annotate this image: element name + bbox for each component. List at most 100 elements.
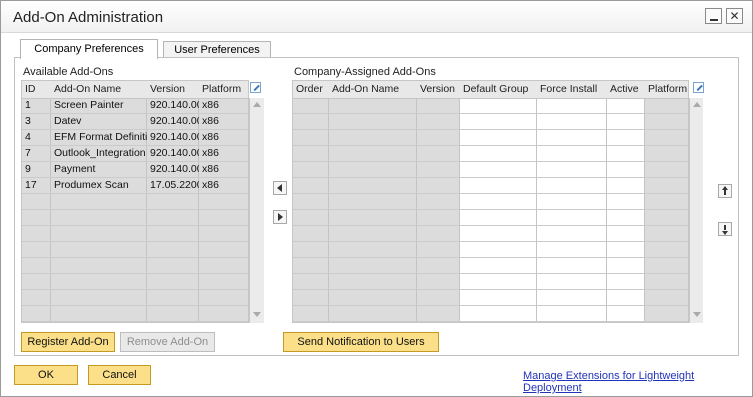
send-notification-button[interactable]: Send Notification to Users xyxy=(283,332,439,352)
table-cell: x86 xyxy=(202,99,219,111)
table-row[interactable] xyxy=(22,194,248,210)
column-header[interactable]: Default Group xyxy=(460,81,537,98)
table-cell: x86 xyxy=(202,115,219,127)
table-row[interactable]: 4 EFM Format Definitio920.140.00.x86 xyxy=(22,130,248,146)
move-up-button[interactable] xyxy=(718,184,732,198)
arrow-up-stem xyxy=(724,190,726,195)
column-header[interactable]: Order xyxy=(293,81,329,98)
arrow-left-icon xyxy=(277,184,282,192)
scroll-up-icon[interactable] xyxy=(693,102,701,107)
column-header[interactable]: Platform xyxy=(199,81,248,98)
expand-icon[interactable] xyxy=(693,82,704,93)
table-row[interactable]: 9 Payment 920.140.00.x86 xyxy=(22,162,248,178)
table-cell: 3 xyxy=(25,115,31,127)
tab-company-preferences[interactable]: Company Preferences xyxy=(20,39,158,59)
cancel-button[interactable]: Cancel xyxy=(88,365,151,385)
table-cell: EFM Format Definitio xyxy=(54,131,147,143)
table-cell: 9 xyxy=(25,163,31,175)
title-bar: Add-On Administration ✕ xyxy=(1,1,752,33)
move-down-button[interactable] xyxy=(718,222,732,236)
move-left-button[interactable] xyxy=(273,181,287,195)
table-cell: 920.140.00. xyxy=(150,163,199,175)
column-header[interactable]: Add-On Name xyxy=(329,81,417,98)
ok-button[interactable]: OK xyxy=(14,365,78,385)
expand-icon[interactable] xyxy=(250,82,261,93)
table-row[interactable] xyxy=(293,258,688,274)
table-row[interactable] xyxy=(22,258,248,274)
table-cell: Payment xyxy=(54,163,96,175)
table-cell: Datev xyxy=(54,115,82,127)
close-icon: ✕ xyxy=(729,9,740,23)
table-row[interactable] xyxy=(293,306,688,322)
table-row[interactable] xyxy=(293,274,688,290)
column-header[interactable]: Force Install xyxy=(537,81,607,98)
table-row[interactable] xyxy=(22,210,248,226)
table-cell: 920.140.00. xyxy=(150,131,199,143)
column-header[interactable]: ID xyxy=(22,81,51,98)
table-row[interactable] xyxy=(22,226,248,242)
manage-extensions-link[interactable]: Manage Extensions for Lightweight Deploy… xyxy=(523,370,752,394)
column-header[interactable]: Platform xyxy=(645,81,688,98)
table-cell: 4 xyxy=(25,131,31,143)
table-cell: 920.140.00. xyxy=(150,99,199,111)
company-assigned-add-ons-label: Company-Assigned Add-Ons xyxy=(294,66,436,78)
column-header[interactable]: Add-On Name xyxy=(51,81,147,98)
arrow-down-icon xyxy=(722,231,728,235)
table-cell: x86 xyxy=(202,163,219,175)
table-row[interactable] xyxy=(22,306,248,322)
minimize-button[interactable] xyxy=(705,8,722,24)
table-cell: x86 xyxy=(202,131,219,143)
add-on-administration-window: Add-On Administration ✕ Company Preferen… xyxy=(0,0,753,397)
table-cell: Screen Painter xyxy=(54,99,124,111)
available-add-ons-table[interactable]: ID Add-On Name Version Platform 1 Screen Pai… xyxy=(21,80,249,323)
column-header[interactable]: Version xyxy=(147,81,199,98)
table-cell: x86 xyxy=(202,179,219,191)
column-header[interactable]: Version xyxy=(417,81,460,98)
table-row[interactable]: 7 Outlook_Integration 920.140.00.x86 xyxy=(22,146,248,162)
assigned-scrollbar[interactable] xyxy=(689,98,703,323)
tab-company-preferences-label: Company Preferences xyxy=(34,43,144,55)
tab-user-preferences-label: User Preferences xyxy=(174,44,260,56)
column-header[interactable]: Active xyxy=(607,81,645,98)
table-cell: Produmex Scan xyxy=(54,179,129,191)
table-row[interactable] xyxy=(293,226,688,242)
table-row[interactable] xyxy=(22,290,248,306)
table-row[interactable] xyxy=(293,162,688,178)
table-cell: Outlook_Integration xyxy=(54,147,146,159)
move-right-button[interactable] xyxy=(273,210,287,224)
register-add-on-button[interactable]: Register Add-On xyxy=(21,332,115,352)
minimize-icon xyxy=(710,19,718,21)
available-add-ons-label: Available Add-Ons xyxy=(23,66,114,78)
table-row[interactable] xyxy=(293,178,688,194)
table-cell: 920.140.00. xyxy=(150,115,199,127)
scroll-up-icon[interactable] xyxy=(253,102,261,107)
table-row[interactable] xyxy=(293,194,688,210)
table-cell: x86 xyxy=(202,147,219,159)
arrow-right-icon xyxy=(278,213,283,221)
table-row[interactable] xyxy=(293,290,688,306)
scroll-down-icon[interactable] xyxy=(693,312,701,317)
table-row[interactable]: 1 Screen Painter 920.140.00.x86 xyxy=(22,98,248,114)
table-row[interactable] xyxy=(293,114,688,130)
table-row[interactable] xyxy=(293,130,688,146)
table-row[interactable] xyxy=(293,146,688,162)
tab-user-preferences[interactable]: User Preferences xyxy=(163,41,271,58)
available-scrollbar[interactable] xyxy=(249,98,264,323)
table-row[interactable] xyxy=(293,98,688,114)
table-cell: 920.140.00. xyxy=(150,147,199,159)
table-cell: 7 xyxy=(25,147,31,159)
table-row[interactable] xyxy=(22,242,248,258)
scroll-down-icon[interactable] xyxy=(253,312,261,317)
table-cell: 17.05.22000 xyxy=(150,179,199,191)
table-row[interactable] xyxy=(293,242,688,258)
table-cell: 1 xyxy=(25,99,31,111)
window-title: Add-On Administration xyxy=(13,9,164,26)
table-row[interactable] xyxy=(293,210,688,226)
close-button[interactable]: ✕ xyxy=(726,8,743,24)
table-row[interactable] xyxy=(22,274,248,290)
table-row[interactable]: 17 Produmex Scan 17.05.22000x86 xyxy=(22,178,248,194)
arrow-down-stem xyxy=(724,225,726,230)
remove-add-on-button[interactable]: Remove Add-On xyxy=(120,332,215,352)
company-assigned-add-ons-table[interactable]: Order Add-On Name Version Default Group Forc… xyxy=(292,80,689,323)
table-row[interactable]: 3 Datev 920.140.00.x86 xyxy=(22,114,248,130)
